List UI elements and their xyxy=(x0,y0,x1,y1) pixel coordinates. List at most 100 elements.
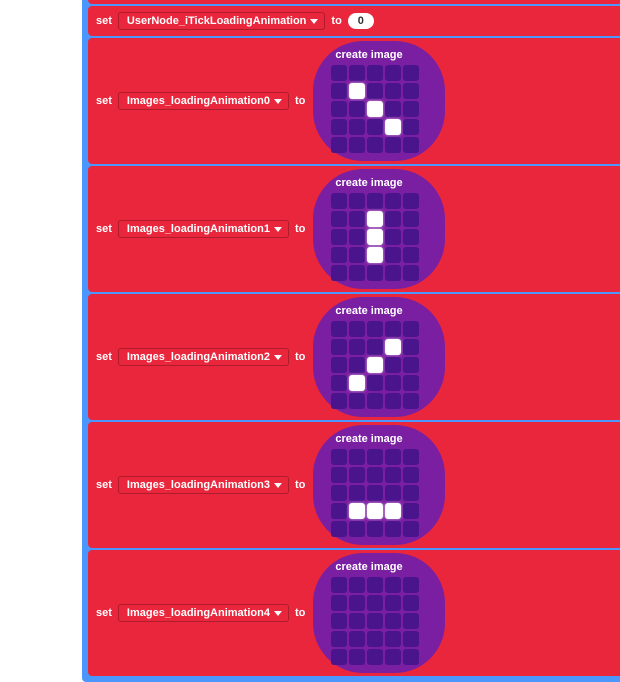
led-pixel[interactable] xyxy=(367,65,383,81)
led-pixel[interactable] xyxy=(349,521,365,537)
blocks-workspace[interactable]: setUserNode_iTickLoadingAnimationto0setI… xyxy=(82,0,620,682)
led-pixel[interactable] xyxy=(331,613,347,629)
led-pixel[interactable] xyxy=(331,247,347,263)
led-pixel[interactable] xyxy=(385,357,401,373)
led-pixel[interactable] xyxy=(367,521,383,537)
led-pixel[interactable] xyxy=(385,631,401,647)
led-pixel[interactable] xyxy=(385,83,401,99)
led-pixel[interactable] xyxy=(367,375,383,391)
led-pixel[interactable] xyxy=(385,65,401,81)
led-pixel[interactable] xyxy=(403,649,419,665)
led-pixel[interactable] xyxy=(331,83,347,99)
led-pixel[interactable] xyxy=(349,449,365,465)
led-pixel[interactable] xyxy=(349,631,365,647)
led-pixel[interactable] xyxy=(349,229,365,245)
led-pixel[interactable] xyxy=(331,229,347,245)
create-image-block[interactable]: create image xyxy=(313,553,445,673)
led-pixel[interactable] xyxy=(385,119,401,135)
led-pixel[interactable] xyxy=(331,631,347,647)
led-pixel[interactable] xyxy=(403,229,419,245)
led-pixel-grid[interactable] xyxy=(331,321,419,409)
led-pixel[interactable] xyxy=(367,649,383,665)
led-pixel[interactable] xyxy=(385,229,401,245)
led-pixel[interactable] xyxy=(385,339,401,355)
set-variable-block[interactable]: setImages_loadingAnimation0tocreate imag… xyxy=(88,38,620,164)
led-pixel[interactable] xyxy=(403,467,419,483)
led-pixel[interactable] xyxy=(403,449,419,465)
led-pixel[interactable] xyxy=(349,357,365,373)
led-pixel[interactable] xyxy=(385,101,401,117)
led-pixel[interactable] xyxy=(367,449,383,465)
led-pixel[interactable] xyxy=(403,631,419,647)
create-image-block[interactable]: create image xyxy=(313,41,445,161)
led-pixel[interactable] xyxy=(385,211,401,227)
variable-dropdown[interactable]: UserNode_iTickLoadingAnimation xyxy=(118,12,326,30)
led-pixel[interactable] xyxy=(403,193,419,209)
led-pixel[interactable] xyxy=(385,265,401,281)
led-pixel[interactable] xyxy=(349,83,365,99)
led-pixel[interactable] xyxy=(331,321,347,337)
set-variable-block[interactable]: setImages_loadingAnimation3tocreate imag… xyxy=(88,422,620,548)
led-pixel[interactable] xyxy=(331,521,347,537)
led-pixel[interactable] xyxy=(349,613,365,629)
led-pixel[interactable] xyxy=(349,137,365,153)
led-pixel[interactable] xyxy=(367,595,383,611)
led-pixel[interactable] xyxy=(367,119,383,135)
led-pixel[interactable] xyxy=(349,101,365,117)
led-pixel[interactable] xyxy=(367,83,383,99)
led-pixel[interactable] xyxy=(385,595,401,611)
led-pixel[interactable] xyxy=(385,485,401,501)
led-pixel[interactable] xyxy=(385,577,401,593)
led-pixel[interactable] xyxy=(331,65,347,81)
led-pixel[interactable] xyxy=(331,595,347,611)
led-pixel-grid[interactable] xyxy=(331,193,419,281)
led-pixel[interactable] xyxy=(331,101,347,117)
led-pixel[interactable] xyxy=(367,193,383,209)
variable-dropdown[interactable]: Images_loadingAnimation1 xyxy=(118,220,289,238)
led-pixel[interactable] xyxy=(403,503,419,519)
led-pixel[interactable] xyxy=(367,229,383,245)
led-pixel[interactable] xyxy=(331,375,347,391)
led-pixel[interactable] xyxy=(349,375,365,391)
led-pixel[interactable] xyxy=(403,119,419,135)
led-pixel[interactable] xyxy=(403,247,419,263)
led-pixel-grid[interactable] xyxy=(331,449,419,537)
led-pixel[interactable] xyxy=(349,503,365,519)
variable-dropdown[interactable]: Images_loadingAnimation3 xyxy=(118,476,289,494)
led-pixel[interactable] xyxy=(367,137,383,153)
create-image-block[interactable]: create image xyxy=(313,425,445,545)
set-variable-block[interactable]: setImages_loadingAnimation1tocreate imag… xyxy=(88,166,620,292)
led-pixel[interactable] xyxy=(349,119,365,135)
variable-dropdown[interactable]: Images_loadingAnimation0 xyxy=(118,92,289,110)
led-pixel[interactable] xyxy=(385,521,401,537)
led-pixel[interactable] xyxy=(367,613,383,629)
led-pixel[interactable] xyxy=(349,467,365,483)
led-pixel[interactable] xyxy=(349,321,365,337)
led-pixel[interactable] xyxy=(331,265,347,281)
led-pixel[interactable] xyxy=(403,577,419,593)
led-pixel[interactable] xyxy=(403,521,419,537)
led-pixel[interactable] xyxy=(331,357,347,373)
led-pixel[interactable] xyxy=(385,247,401,263)
led-pixel[interactable] xyxy=(367,485,383,501)
led-pixel[interactable] xyxy=(331,193,347,209)
variable-dropdown[interactable]: Images_loadingAnimation2 xyxy=(118,348,289,366)
led-pixel[interactable] xyxy=(385,613,401,629)
led-pixel[interactable] xyxy=(403,375,419,391)
variable-dropdown[interactable]: Images_loadingAnimation4 xyxy=(118,604,289,622)
led-pixel[interactable] xyxy=(331,393,347,409)
led-pixel[interactable] xyxy=(403,485,419,501)
led-pixel[interactable] xyxy=(385,321,401,337)
led-pixel[interactable] xyxy=(349,65,365,81)
led-pixel[interactable] xyxy=(367,393,383,409)
led-pixel[interactable] xyxy=(349,211,365,227)
set-variable-block[interactable]: setUserNode_iTickLoadingAnimationto0 xyxy=(88,6,620,36)
led-pixel[interactable] xyxy=(385,375,401,391)
led-pixel[interactable] xyxy=(385,467,401,483)
led-pixel[interactable] xyxy=(331,339,347,355)
led-pixel[interactable] xyxy=(349,649,365,665)
create-image-block[interactable]: create image xyxy=(313,297,445,417)
led-pixel[interactable] xyxy=(349,577,365,593)
led-pixel[interactable] xyxy=(331,485,347,501)
number-input[interactable]: 0 xyxy=(348,13,374,29)
